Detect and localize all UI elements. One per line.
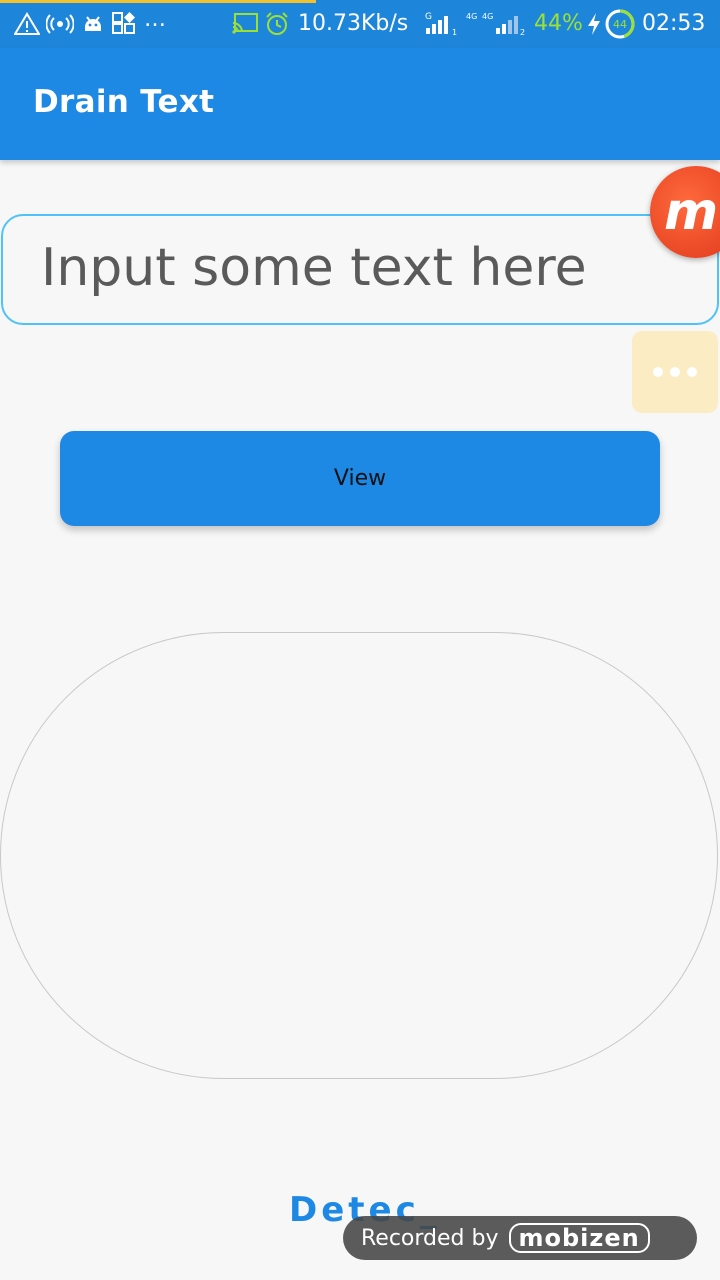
text-input-field[interactable] — [1, 214, 719, 325]
signal-icon: 4G 4G 2 — [466, 10, 526, 38]
status-bar: … 10.73Kb/s G1 4G 4G 2 44% 44 02:53 — [0, 0, 720, 48]
svg-text:G: G — [425, 12, 432, 22]
hotspot-icon — [46, 10, 74, 38]
svg-text:2: 2 — [520, 28, 525, 37]
dot — [687, 367, 697, 377]
alarm-icon — [264, 10, 290, 38]
more-icon: … — [144, 7, 166, 32]
signal-icon: G1 — [424, 10, 462, 38]
text-input[interactable] — [41, 228, 681, 308]
recording-label: Recorded by — [361, 1225, 499, 1251]
battery-percent: 44% — [534, 11, 583, 36]
mobizen-logo: mobizen — [508, 1223, 650, 1253]
app-screen: … 10.73Kb/s G1 4G 4G 2 44% 44 02:53 Drain … — [0, 0, 720, 1280]
more-dots-icon[interactable] — [632, 331, 718, 413]
app-bar: Drain Text — [0, 48, 720, 160]
warning-icon — [14, 10, 40, 38]
clock: 02:53 — [642, 11, 706, 36]
apps-icon — [112, 10, 138, 38]
network-speed: 10.73Kb/s — [298, 11, 409, 36]
recording-watermark: Recorded by mobizen — [343, 1216, 697, 1260]
dot — [653, 367, 663, 377]
view-button[interactable]: View — [60, 431, 660, 526]
android-icon — [82, 10, 104, 38]
svg-text:4G: 4G — [466, 12, 477, 21]
svg-text:4G: 4G — [482, 12, 493, 21]
drain-text-area — [0, 632, 718, 1079]
dot — [670, 367, 680, 377]
svg-text:1: 1 — [452, 28, 457, 37]
cast-icon — [232, 10, 258, 38]
battery-icon: 44 — [604, 9, 636, 39]
charging-icon — [586, 10, 602, 38]
battery-ring-value: 44 — [613, 18, 627, 31]
recording-progress-line — [0, 0, 316, 3]
page-title: Drain Text — [33, 84, 215, 120]
